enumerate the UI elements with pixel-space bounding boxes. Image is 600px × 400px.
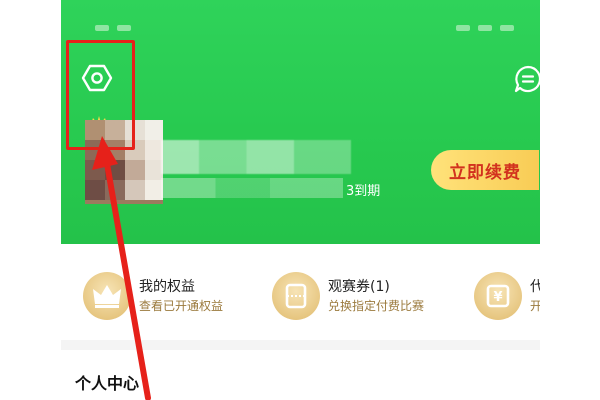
- ticket-icon: [272, 272, 320, 320]
- benefit-match-tickets[interactable]: 观赛券(1) 兑换指定付费比赛: [272, 272, 472, 322]
- status-left: [95, 20, 139, 34]
- expire-suffix: 3到期: [346, 184, 381, 199]
- benefit-title: 代: [530, 279, 540, 295]
- renew-button[interactable]: 立即续费: [431, 150, 539, 190]
- benefit-coupon[interactable]: ¥ 代 开: [474, 272, 540, 322]
- benefit-subtitle: 兑换指定付费比赛: [328, 299, 425, 313]
- benefit-subtitle: 开: [530, 299, 540, 313]
- expire-date-blurred: [161, 178, 343, 198]
- svg-text:¥: ¥: [493, 290, 502, 305]
- username-blurred: [161, 140, 351, 174]
- status-bar: [61, 18, 540, 38]
- yen-coupon-icon: ¥: [474, 272, 522, 320]
- red-arrow-annotation: [92, 136, 151, 400]
- status-right: [456, 20, 522, 34]
- benefit-title: 观赛券(1): [328, 279, 390, 295]
- message-icon[interactable]: [513, 64, 540, 94]
